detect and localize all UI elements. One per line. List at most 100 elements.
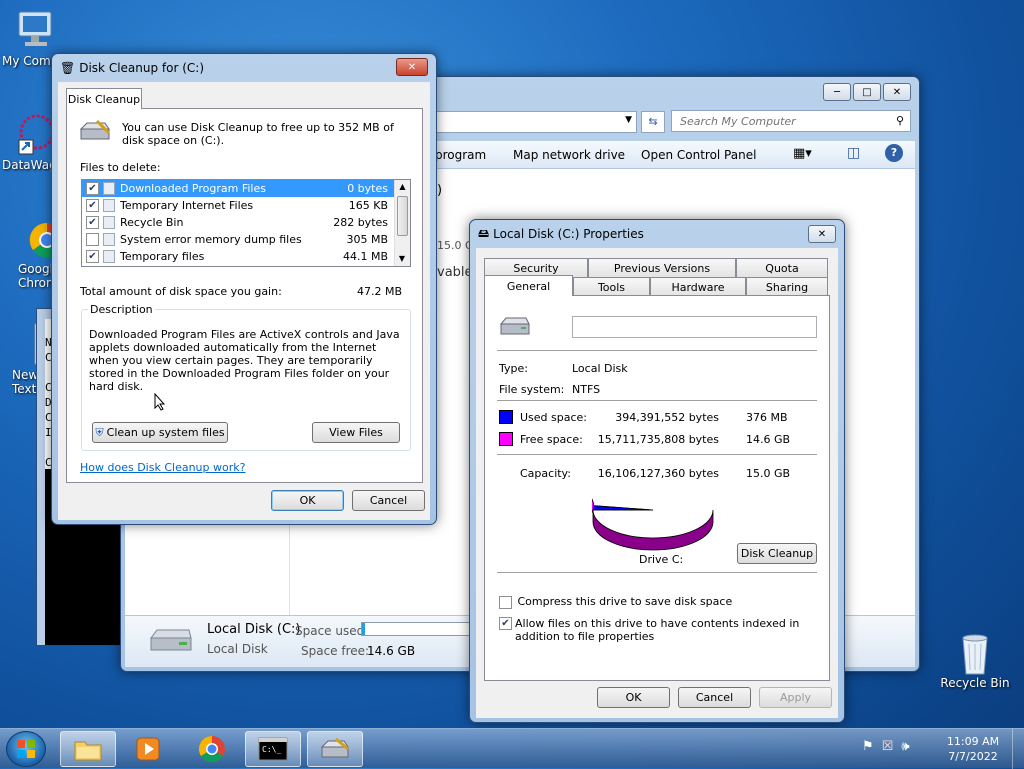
clean-up-system-files-button[interactable]: ⛨ Clean up system files [92, 422, 228, 443]
desktop-icon-label: Recycle Bin [940, 676, 1010, 690]
clock-date: 7/7/2022 [948, 750, 998, 763]
close-button[interactable]: ✕ [883, 83, 911, 101]
tab-label: Previous Versions [613, 261, 711, 275]
maximize-button[interactable]: □ [853, 83, 881, 101]
file-category-name: System error memory dump files [120, 233, 302, 246]
file-category-checkbox[interactable]: ✔ [86, 250, 99, 263]
file-category-row[interactable]: ✔ Downloaded Program Files 0 bytes [82, 180, 394, 197]
search-box[interactable]: ⚲ [671, 110, 911, 132]
cancel-button[interactable]: Cancel [678, 687, 751, 708]
volume-label-input[interactable] [572, 316, 817, 338]
tab-label: Hardware [671, 280, 725, 294]
chevron-down-icon[interactable]: ▼ [625, 115, 632, 125]
command-open-control-panel[interactable]: Open Control Panel [641, 148, 756, 162]
network-icon[interactable]: ☒ [882, 739, 894, 754]
file-category-size: 165 KB [348, 199, 388, 212]
tab-sharing[interactable]: Sharing [746, 277, 828, 296]
properties-titlebar[interactable]: 🖴 Local Disk (C:) Properties ✕ [470, 220, 844, 248]
button-label: Cancel [695, 691, 734, 704]
taskbar-explorer[interactable] [60, 731, 116, 767]
separator [497, 350, 817, 351]
scroll-down-arrow[interactable]: ▼ [395, 252, 409, 266]
view-files-button[interactable]: View Files [312, 422, 400, 443]
tab-previous-versions[interactable]: Previous Versions [588, 258, 736, 277]
file-category-size: 282 bytes [333, 216, 388, 229]
file-category-size: 44.1 MB [342, 250, 388, 263]
file-category-icon [103, 199, 115, 212]
file-category-name: Recycle Bin [120, 216, 184, 229]
file-category-checkbox[interactable]: ✔ [86, 216, 99, 229]
button-label: OK [299, 494, 316, 507]
start-button[interactable] [6, 731, 46, 767]
properties-dialog[interactable]: 🖴 Local Disk (C:) Properties ✕ Security … [469, 219, 845, 723]
help-icon[interactable]: ? [885, 144, 903, 162]
minimize-button[interactable]: ─ [823, 83, 851, 101]
svg-text:C:\_: C:\_ [262, 745, 281, 754]
taskbar-media-player[interactable] [120, 731, 176, 767]
disk-cleanup-titlebar[interactable]: 🗑 Disk Cleanup for (C:) ✕ [52, 54, 436, 82]
disk-cleanup-button[interactable]: Disk Cleanup [737, 543, 817, 564]
file-category-icon [103, 250, 115, 263]
index-row[interactable]: ✔ Allow files on this drive to have cont… [499, 617, 819, 643]
ok-button[interactable]: OK [597, 687, 670, 708]
button-label: View Files [329, 426, 383, 439]
drive-label: Drive C: [639, 553, 684, 566]
tab-general[interactable]: General [484, 275, 573, 296]
file-category-row[interactable]: ✔ Recycle Bin 282 bytes [82, 214, 394, 231]
file-category-checkbox[interactable] [86, 233, 99, 246]
files-list[interactable]: ✔ Downloaded Program Files 0 bytes ✔ Tempora… [81, 179, 411, 267]
view-options-icon[interactable]: ▦▾ [793, 146, 812, 161]
compress-checkbox[interactable] [499, 595, 512, 609]
type-value: Local Disk [572, 362, 628, 375]
file-category-row[interactable]: ✔ Temporary files 44.1 MB [82, 248, 394, 265]
disk-cleanup-dialog[interactable]: 🗑 Disk Cleanup for (C:) ✕ Disk Cleanup Y… [51, 53, 437, 525]
used-space-bytes: 394,391,552 bytes [615, 411, 719, 424]
description-group: Description Downloaded Program Files are… [81, 303, 411, 451]
taskbar-disk-cleanup[interactable] [307, 731, 363, 767]
tab-hardware[interactable]: Hardware [650, 277, 746, 296]
search-icon[interactable]: ⚲ [896, 114, 904, 127]
index-label: Allow files on this drive to have conten… [515, 617, 800, 643]
file-category-row[interactable]: System error memory dump files 305 MB [82, 231, 394, 248]
preview-pane-icon[interactable]: ◫ [847, 145, 860, 161]
tab-quota[interactable]: Quota [736, 258, 828, 277]
details-drive-name: Local Disk (C:) [207, 622, 301, 637]
total-gain-label: Total amount of disk space you gain: [80, 285, 282, 298]
details-space-used-label: Space used: [295, 624, 369, 638]
ok-button[interactable]: OK [271, 490, 344, 511]
cancel-button[interactable]: Cancel [352, 490, 425, 511]
tab-tools[interactable]: Tools [573, 277, 650, 296]
clock[interactable]: 11:09 AM 7/7/2022 [940, 734, 1006, 764]
compress-row[interactable]: Compress this drive to save disk space [499, 595, 732, 609]
refresh-button[interactable]: ⇆ [641, 111, 665, 133]
taskbar-command-prompt[interactable]: C:\_ [245, 731, 301, 767]
volume-icon[interactable]: 🕪 [901, 739, 909, 754]
disk-cleanup-logo-icon [79, 119, 111, 146]
file-system-value: NTFS [572, 383, 601, 396]
apply-button[interactable]: Apply [759, 687, 832, 708]
file-category-checkbox[interactable]: ✔ [86, 199, 99, 212]
file-category-checkbox[interactable]: ✔ [86, 182, 99, 195]
command-map-network-drive[interactable]: Map network drive [513, 148, 625, 162]
list-scrollbar[interactable]: ▲ ▼ [394, 180, 410, 266]
file-category-name: Downloaded Program Files [120, 182, 266, 195]
command-program[interactable]: program [435, 148, 486, 162]
tab-label: Security [513, 261, 559, 275]
action-center-icon[interactable]: ⚑ [862, 739, 874, 754]
free-space-label: Free space: [520, 433, 583, 446]
search-input[interactable] [678, 112, 884, 130]
desktop-icon-recycle-bin[interactable]: Recycle Bin [940, 630, 1010, 690]
details-space-free-label: Space free: [301, 644, 370, 658]
scroll-up-arrow[interactable]: ▲ [395, 180, 410, 194]
tab-disk-cleanup[interactable]: Disk Cleanup [66, 88, 142, 109]
help-link[interactable]: How does Disk Cleanup work? [80, 461, 245, 474]
close-button[interactable]: ✕ [396, 58, 428, 76]
button-label: Disk Cleanup [740, 547, 814, 560]
file-category-row[interactable]: ✔ Temporary Internet Files 165 KB [82, 197, 394, 214]
scroll-thumb[interactable] [397, 196, 408, 236]
taskbar-chrome[interactable] [184, 731, 240, 767]
close-button[interactable]: ✕ [808, 225, 836, 243]
index-checkbox[interactable]: ✔ [499, 617, 512, 630]
show-desktop-button[interactable] [1012, 729, 1024, 769]
used-space-swatch [499, 410, 513, 424]
